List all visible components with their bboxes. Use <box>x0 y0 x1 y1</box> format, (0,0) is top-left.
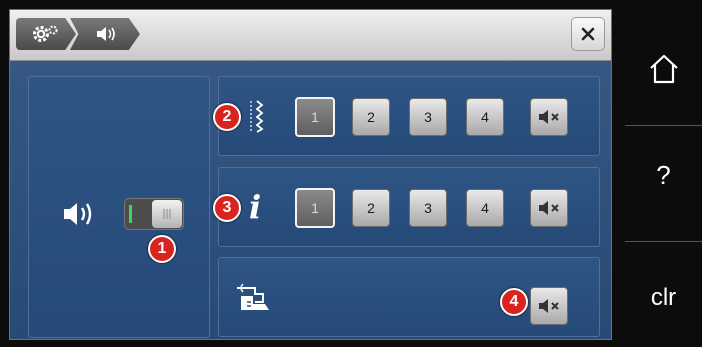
title-bar <box>10 10 611 61</box>
callout-badge-3: 3 <box>213 194 241 222</box>
main-screen: 1 2 1 2 3 4 i 3 1 2 3 4 4 <box>9 9 612 340</box>
close-button[interactable] <box>571 17 605 51</box>
mute-icon <box>539 299 559 313</box>
info-sound-option-4[interactable]: 4 <box>466 189 504 227</box>
stitch-sound-option-3[interactable]: 3 <box>409 98 447 136</box>
speaker-icon <box>64 203 92 225</box>
sensor-sound-row: 4 <box>218 257 600 337</box>
breadcrumb-settings[interactable] <box>16 18 76 50</box>
home-button[interactable] <box>625 34 702 104</box>
switch-on-mark <box>129 205 132 223</box>
stitch-icon <box>250 100 264 133</box>
knob-grip-icon <box>163 209 171 219</box>
stitch-sound-option-4[interactable]: 4 <box>466 98 504 136</box>
info-sound-option-1[interactable]: 1 <box>295 188 335 228</box>
callout-badge-4: 4 <box>500 288 528 316</box>
stitch-sound-row: 2 1 2 3 4 <box>213 76 600 156</box>
main-sound-panel: 1 <box>28 76 210 338</box>
callout-badge-1: 1 <box>148 235 176 263</box>
mute-icon <box>539 110 559 124</box>
info-sound-option-3[interactable]: 3 <box>409 189 447 227</box>
stitch-sound-option-2[interactable]: 2 <box>352 98 390 136</box>
gear-icon <box>33 25 58 42</box>
sidebar-divider <box>625 241 702 242</box>
info-sound-row: i 3 1 2 3 4 <box>213 167 600 247</box>
help-button[interactable]: ? <box>625 145 702 205</box>
sensor-sound-mute-button[interactable] <box>530 287 568 325</box>
info-icon: i <box>249 188 262 226</box>
clear-button[interactable]: clr <box>625 268 702 328</box>
info-sound-mute-button[interactable] <box>530 189 568 227</box>
stitch-sound-mute-button[interactable] <box>530 98 568 136</box>
mute-icon <box>539 201 559 215</box>
breadcrumb-sound[interactable] <box>70 18 140 50</box>
speaker-icon <box>97 27 115 41</box>
close-icon <box>581 27 595 41</box>
sound-switch[interactable] <box>124 198 184 230</box>
sidebar-divider <box>625 125 702 126</box>
switch-knob[interactable] <box>152 200 182 228</box>
info-sound-option-2[interactable]: 2 <box>352 189 390 227</box>
callout-badge-2: 2 <box>213 103 241 131</box>
presser-foot-sensor-icon <box>237 283 269 310</box>
home-icon <box>649 54 678 84</box>
stitch-sound-option-1[interactable]: 1 <box>295 97 335 137</box>
